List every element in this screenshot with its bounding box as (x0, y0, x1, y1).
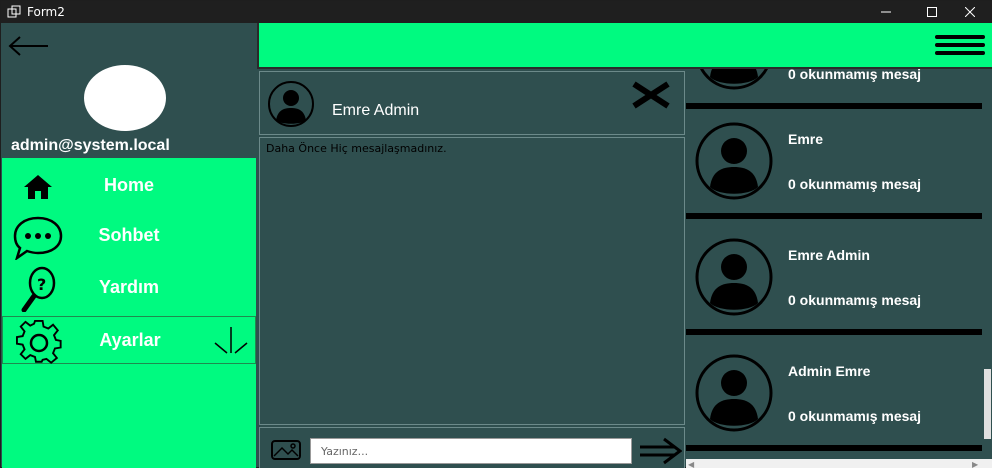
contact-item[interactable]: Emre Admin 0 okunmamış mesaj (686, 225, 982, 335)
home-icon (24, 175, 52, 199)
help-magnifier-icon: ? (21, 266, 56, 312)
sidebar-item-label: Yardım (98, 277, 160, 297)
message-input[interactable]: Yazınız... (310, 438, 632, 464)
sidebar: admin@system.local Home Sohbet ? Yardım … (2, 23, 256, 468)
contact-item[interactable]: Admin Emre 0 okunmamış mesaj (686, 341, 982, 451)
back-arrow-icon[interactable] (8, 35, 50, 57)
gear-icon (16, 319, 62, 364)
contact-name: Emre (788, 131, 824, 147)
contact-list-vertical-scrollbar[interactable] (983, 69, 992, 461)
contact-name: Emre Admin (788, 247, 870, 263)
contact-unread-status: 0 okunmamış mesaj (788, 69, 922, 82)
contact-list: 0 okunmamış mesaj Emre 0 okunmamış mesaj… (686, 69, 982, 461)
minimize-icon (881, 11, 891, 13)
contact-item[interactable]: Emre 0 okunmamış mesaj (686, 109, 982, 219)
chat-bubble-icon (13, 216, 63, 260)
scroll-right-icon[interactable]: ▶ (972, 460, 978, 468)
app-window: Form2 admin@system.local Home Sohbet ? Y… (0, 0, 992, 468)
sidebar-item-sohbet[interactable]: Sohbet (2, 212, 256, 260)
close-icon (965, 7, 975, 17)
hamburger-menu-icon[interactable] (935, 35, 985, 57)
empty-conversation-text: Daha Önce Hiç mesajlaşmadınız. (266, 142, 447, 155)
message-area: Daha Önce Hiç mesajlaşmadınız. (259, 137, 685, 425)
avatar (84, 65, 166, 131)
chat-header: Emre Admin (259, 71, 685, 135)
message-composer: Yazınız... (259, 427, 685, 468)
close-chat-icon[interactable] (630, 80, 672, 110)
user-email: admin@system.local (11, 137, 170, 154)
close-window-button[interactable] (947, 1, 992, 23)
sidebar-item-label: Sohbet (98, 225, 160, 245)
sidebar-item-label: Ayarlar (99, 330, 161, 350)
send-arrow-icon[interactable] (638, 436, 682, 466)
contact-avatar-icon (268, 81, 314, 127)
contact-unread-status: 0 okunmamış mesaj (788, 408, 922, 424)
contact-avatar-icon (695, 122, 773, 200)
sidebar-item-label: Home (103, 175, 154, 195)
sidebar-menu: Home Sohbet ? Yardım Ayarlar (2, 158, 256, 468)
minimize-button[interactable] (863, 1, 909, 23)
scroll-left-icon[interactable]: ◀ (688, 460, 694, 468)
contact-name: Admin Emre (788, 363, 871, 379)
chat-contact-name: Emre Admin (332, 102, 420, 119)
contact-avatar-icon (699, 69, 769, 90)
chevron-down-icon[interactable] (213, 325, 249, 357)
contact-unread-status: 0 okunmamış mesaj (788, 292, 922, 308)
image-attach-icon[interactable] (270, 438, 302, 462)
contact-unread-status: 0 okunmamış mesaj (788, 176, 922, 192)
app-icon (7, 5, 21, 18)
title-bar: Form2 (1, 1, 992, 23)
sidebar-item-yardim[interactable]: ? Yardım (2, 264, 256, 312)
sidebar-item-ayarlar[interactable]: Ayarlar (2, 316, 256, 364)
contact-divider (686, 445, 982, 451)
contact-divider (686, 213, 982, 219)
profile-panel: admin@system.local (2, 23, 256, 158)
svg-text:?: ? (37, 275, 46, 294)
contact-item[interactable]: 0 okunmamış mesaj (686, 69, 982, 109)
scrollbar-thumb[interactable] (984, 369, 991, 439)
contact-avatar-icon (695, 238, 773, 316)
contact-divider (686, 329, 982, 335)
contact-list-horizontal-scrollbar[interactable]: ◀ ▶ (686, 459, 992, 468)
sidebar-item-home[interactable]: Home (2, 162, 256, 210)
maximize-icon (927, 7, 937, 17)
contact-avatar-icon (695, 354, 773, 432)
header-bar (257, 23, 992, 69)
window-title: Form2 (27, 5, 65, 19)
